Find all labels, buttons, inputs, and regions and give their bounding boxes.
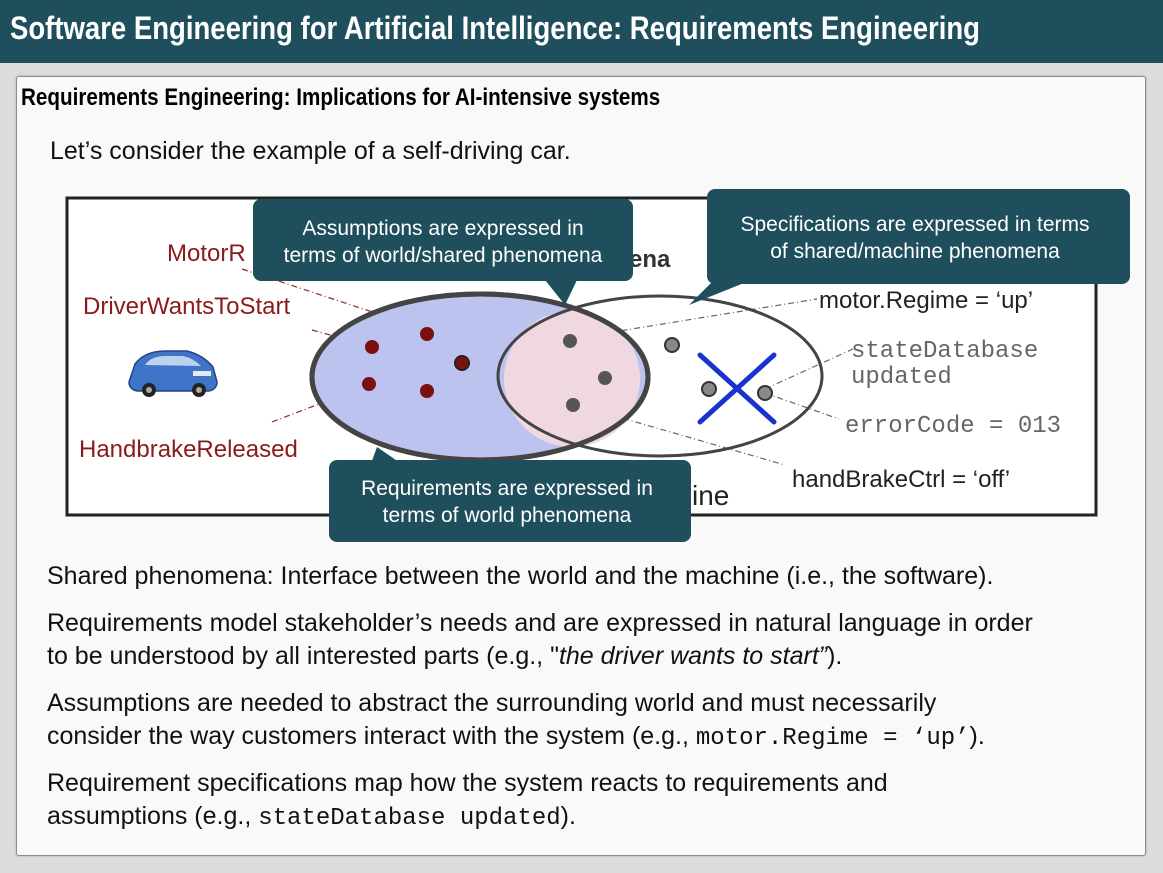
- point-assumptions-line1: Assumptions are needed to abstract the s…: [47, 689, 937, 717]
- point-shared-phenomena: Shared phenomena: Interface between the …: [47, 560, 1137, 593]
- specs-line2-post: ).: [560, 802, 576, 830]
- label-phenomena-suffix: ena: [629, 246, 671, 273]
- label-handbrake-ctrl: handBrakeCtrl = ‘off’: [792, 466, 1010, 493]
- assumptions-code-example: motor.Regime = ‘up’: [695, 725, 970, 752]
- label-motor-regime-up: motor.Regime = ‘up’: [819, 287, 1033, 314]
- title-bar: Software Engineering for Artificial Inte…: [0, 0, 1163, 63]
- callout-assumptions-line2: terms of world/shared phenomena: [284, 244, 603, 267]
- callout-specs-line1: Specifications are expressed in terms: [741, 213, 1090, 236]
- callout-req-line1: Requirements are expressed in: [361, 477, 653, 500]
- specs-code-example: stateDatabase updated: [258, 805, 561, 832]
- callout-req-line2: terms of world phenomena: [383, 504, 632, 527]
- world-dot-outlined: [454, 355, 470, 371]
- label-state-database-2: updated: [851, 364, 952, 391]
- label-state-database-1: stateDatabase: [851, 338, 1038, 365]
- point-requirements-line1: Requirements model stakeholder’s needs a…: [47, 609, 1033, 637]
- point-requirements: Requirements model stakeholder’s needs a…: [47, 607, 1137, 673]
- callout-specs-line2: of shared/machine phenomena: [770, 240, 1060, 263]
- slide-title: Software Engineering for Artificial Inte…: [10, 10, 980, 46]
- point-specs-line1: Requirement specifications map how the s…: [47, 769, 888, 797]
- requirements-example: the driver wants to start”: [558, 642, 828, 670]
- assumptions-line2-post: ).: [969, 722, 985, 750]
- label-motor-regime: MotorR: [167, 240, 246, 267]
- callout-requirements: Requirements are expressed in terms of w…: [329, 447, 691, 542]
- requirements-line2-pre: to be understood by all interested parts…: [47, 642, 559, 670]
- label-machine-suffix: ine: [692, 480, 729, 511]
- point-specifications: Requirement specifications map how the s…: [47, 767, 1137, 835]
- point-specs-line2: assumptions (e.g., stateDatabase updated…: [47, 800, 1137, 835]
- label-error-code: errorCode = 013: [845, 413, 1061, 440]
- point-assumptions-line2: consider the way customers interact with…: [47, 720, 1137, 755]
- assumptions-line2-pre: consider the way customers interact with…: [47, 722, 696, 750]
- world-machine-diagram: MotorR DriverWantsToStart HandbrakeRelea…: [65, 189, 1130, 542]
- point-assumptions: Assumptions are needed to abstract the s…: [47, 687, 1137, 755]
- point-requirements-line2: to be understood by all interested parts…: [47, 640, 1137, 673]
- point-shared-text: Shared phenomena: Interface between the …: [47, 562, 994, 590]
- label-driver-wants-to-start: DriverWantsToStart: [83, 293, 290, 320]
- car-icon: [128, 350, 218, 397]
- callout-assumptions-line1: Assumptions are expressed in: [302, 217, 583, 240]
- specs-line2-pre: assumptions (e.g.,: [47, 802, 259, 830]
- content-panel: Requirements Engineering: Implications f…: [16, 76, 1146, 856]
- label-handbrake-released: HandbrakeReleased: [79, 436, 298, 463]
- requirements-line2-post: ).: [827, 642, 843, 670]
